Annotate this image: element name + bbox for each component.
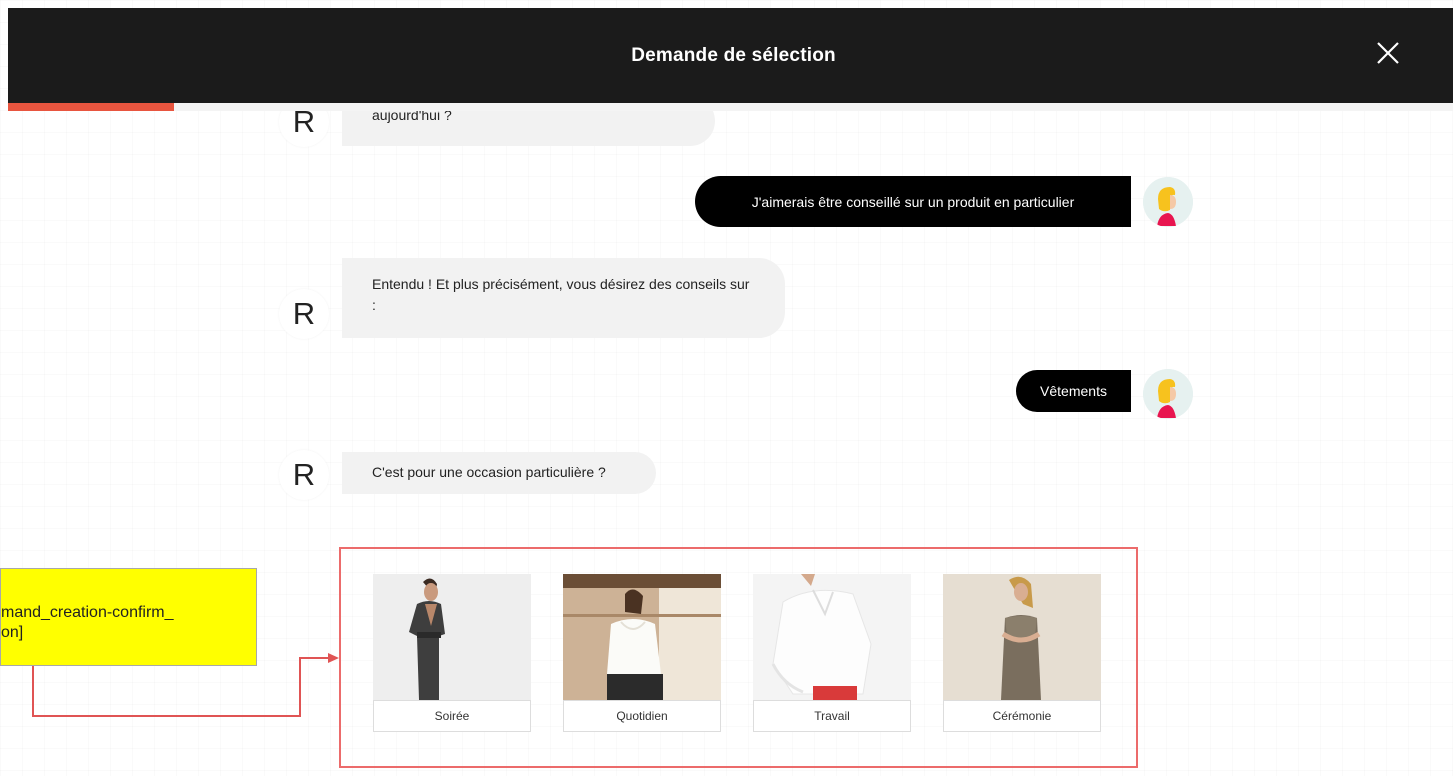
- modal-title-overlay: Demande de sélection: [631, 44, 836, 66]
- modal-header-overlay: Demande de sélection: [8, 8, 1453, 103]
- close-icon: [1377, 42, 1399, 64]
- progress-fill-overlay: [8, 103, 175, 111]
- annotation-arrow: [32, 653, 339, 717]
- close-button-overlay[interactable]: [1373, 38, 1403, 68]
- progress-bar-overlay: [8, 103, 1453, 111]
